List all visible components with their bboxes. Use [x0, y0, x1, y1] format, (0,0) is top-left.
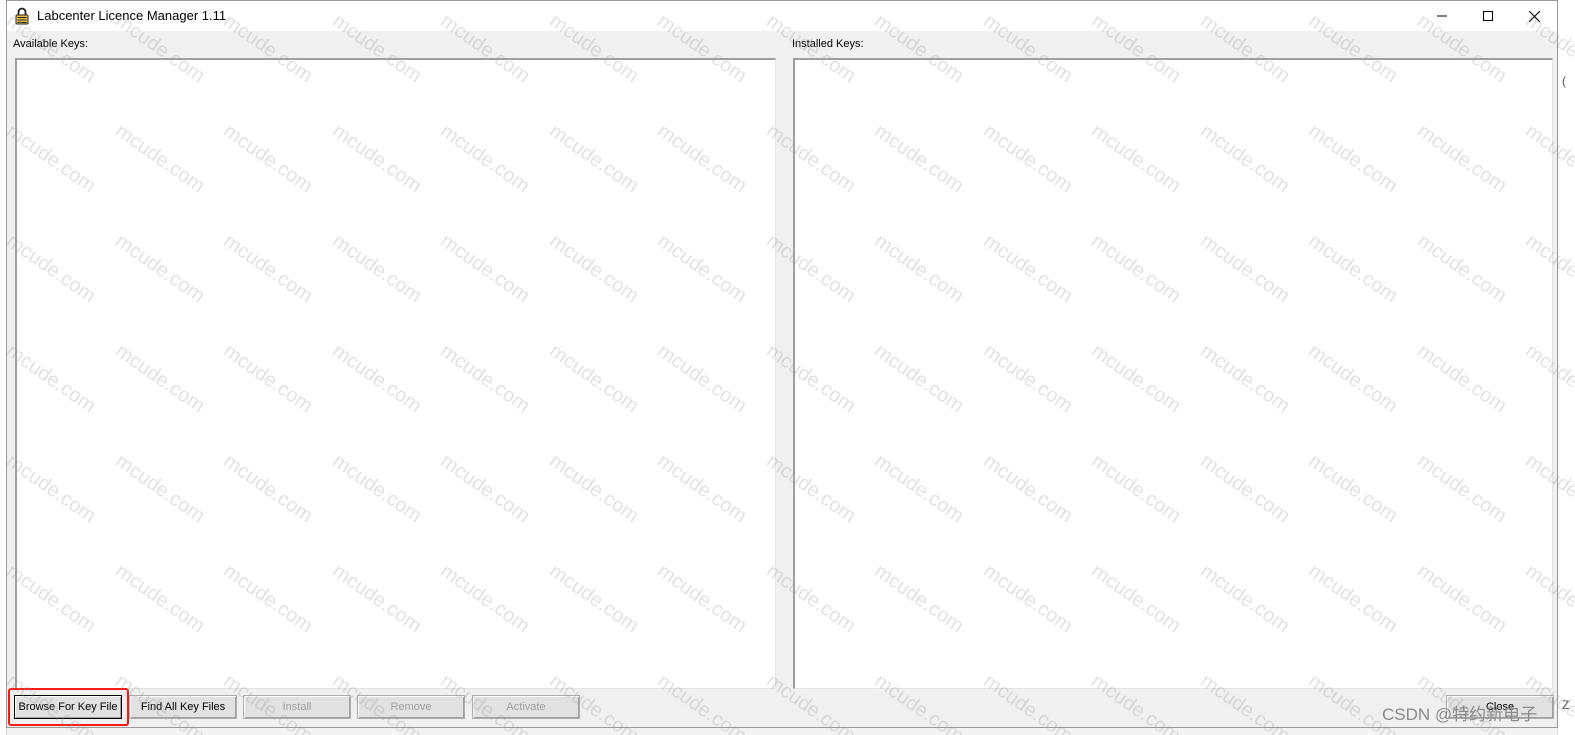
remove-button[interactable]: Remove	[357, 695, 465, 719]
background-glyph-top: (	[1562, 74, 1566, 88]
install-button[interactable]: Install	[243, 695, 351, 719]
minimize-icon	[1437, 15, 1447, 17]
title-bar[interactable]: Labcenter Licence Manager 1.11	[7, 1, 1557, 31]
find-all-key-files-button[interactable]: Find All Key Files	[129, 695, 237, 719]
installed-keys-list[interactable]	[793, 58, 1553, 689]
available-keys-label: Available Keys:	[13, 38, 89, 50]
close-window-button[interactable]	[1511, 1, 1557, 31]
padlock-icon	[15, 7, 29, 25]
background-window-edge-right	[1557, 0, 1575, 735]
background-glyph-bottom: Z	[1562, 698, 1570, 712]
maximize-button[interactable]	[1465, 1, 1511, 31]
close-icon	[1528, 10, 1540, 22]
licence-manager-window: Labcenter Licence Manager 1.11 Available…	[6, 0, 1558, 728]
minimize-button[interactable]	[1419, 1, 1465, 31]
activate-button[interactable]: Activate	[472, 695, 580, 719]
available-keys-list[interactable]	[15, 58, 776, 689]
csdn-watermark: CSDN @特约新电子	[1382, 705, 1538, 724]
maximize-icon	[1483, 11, 1493, 21]
window-title: Labcenter Licence Manager 1.11	[37, 8, 227, 23]
highlight-annotation	[8, 688, 129, 726]
installed-keys-label: Installed Keys:	[792, 38, 864, 50]
